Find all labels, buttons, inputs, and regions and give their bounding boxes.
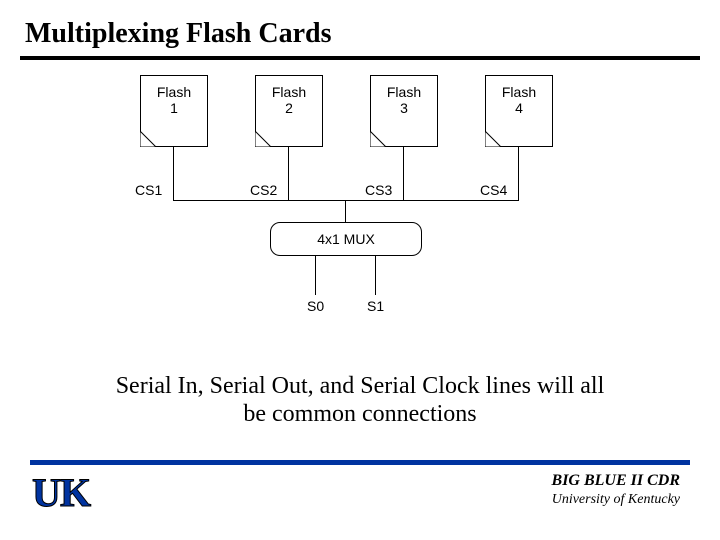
diagram: Flash 1 Flash 2 Flash 3 [130,70,600,350]
cs1-label: CS1 [135,182,162,198]
wire [315,255,316,295]
cs3-label: CS3 [365,182,392,198]
wire [345,200,346,222]
flash-card-4: Flash 4 [485,75,553,147]
s0-label: S0 [307,298,324,314]
wire [173,146,174,200]
flash-2-line1: Flash [272,84,306,100]
flash-1-line2: 1 [170,100,178,116]
wire-bus [173,200,519,201]
wire [403,146,404,200]
flash-card-3-label: Flash 3 [371,76,437,116]
footer-sub: University of Kentucky [552,492,680,508]
mux-box: 4x1 MUX [270,222,422,256]
uk-logo-icon: U K [30,470,100,515]
flash-card-3: Flash 3 [370,75,438,147]
slide-title: Multiplexing Flash Cards [25,18,331,50]
flash-4-line1: Flash [502,84,536,100]
wire [375,255,376,295]
notch-icon [140,131,156,147]
svg-text:K: K [60,470,91,515]
flash-1-line1: Flash [157,84,191,100]
wire [288,146,289,200]
notch-icon [255,131,271,147]
flash-card-2: Flash 2 [255,75,323,147]
flash-card-4-label: Flash 4 [486,76,552,116]
mux-label: 4x1 MUX [317,231,375,247]
footer-divider [30,460,690,465]
caption-line2: be common connections [243,401,476,427]
caption: Serial In, Serial Out, and Serial Clock … [0,372,720,428]
slide: Multiplexing Flash Cards Flash 1 Flash 2 [0,0,720,540]
footer-text: BIG BLUE II CDR University of Kentucky [552,472,680,508]
notch-icon [370,131,386,147]
cs4-label: CS4 [480,182,507,198]
caption-line1: Serial In, Serial Out, and Serial Clock … [116,373,605,399]
flash-2-line2: 2 [285,100,293,116]
wire [518,146,519,200]
flash-card-2-label: Flash 2 [256,76,322,116]
footer-title: BIG BLUE II CDR [552,472,680,490]
flash-card-1: Flash 1 [140,75,208,147]
title-underline [20,56,700,60]
cs2-label: CS2 [250,182,277,198]
uk-logo: U K [30,470,100,520]
notch-icon [485,131,501,147]
svg-text:U: U [32,470,61,515]
flash-card-1-label: Flash 1 [141,76,207,116]
flash-3-line2: 3 [400,100,408,116]
flash-3-line1: Flash [387,84,421,100]
flash-4-line2: 4 [515,100,523,116]
s1-label: S1 [367,298,384,314]
